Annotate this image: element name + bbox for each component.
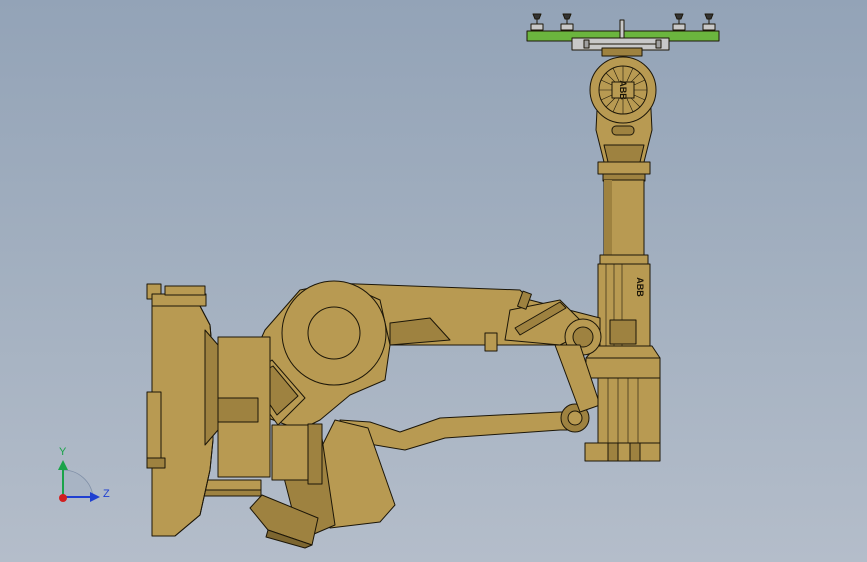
forearm-tube	[599, 179, 649, 266]
suction-cup	[530, 13, 544, 31]
suction-cup	[672, 13, 686, 31]
y-axis-arrow	[58, 460, 68, 470]
brand-logo-front: ABB	[618, 80, 628, 100]
suction-cup	[560, 13, 574, 31]
wrist-assembly: ABB	[589, 56, 657, 182]
gripper-tool	[526, 13, 720, 57]
coordinate-triad: Y Z	[58, 446, 110, 502]
robot-model-drawing: ABB ABB Y Z	[58, 13, 720, 549]
model-viewport[interactable]: ABB ABB Y Z	[0, 0, 867, 562]
robot-base	[146, 283, 271, 537]
x-axis-origin	[59, 494, 67, 502]
axis3-motor-housing	[584, 377, 661, 462]
brand-logo-side: ABB	[635, 277, 645, 297]
z-axis-label: Z	[103, 488, 110, 500]
suction-cup	[702, 13, 716, 31]
z-axis-arrow	[90, 492, 100, 502]
y-axis-label: Y	[59, 446, 67, 458]
